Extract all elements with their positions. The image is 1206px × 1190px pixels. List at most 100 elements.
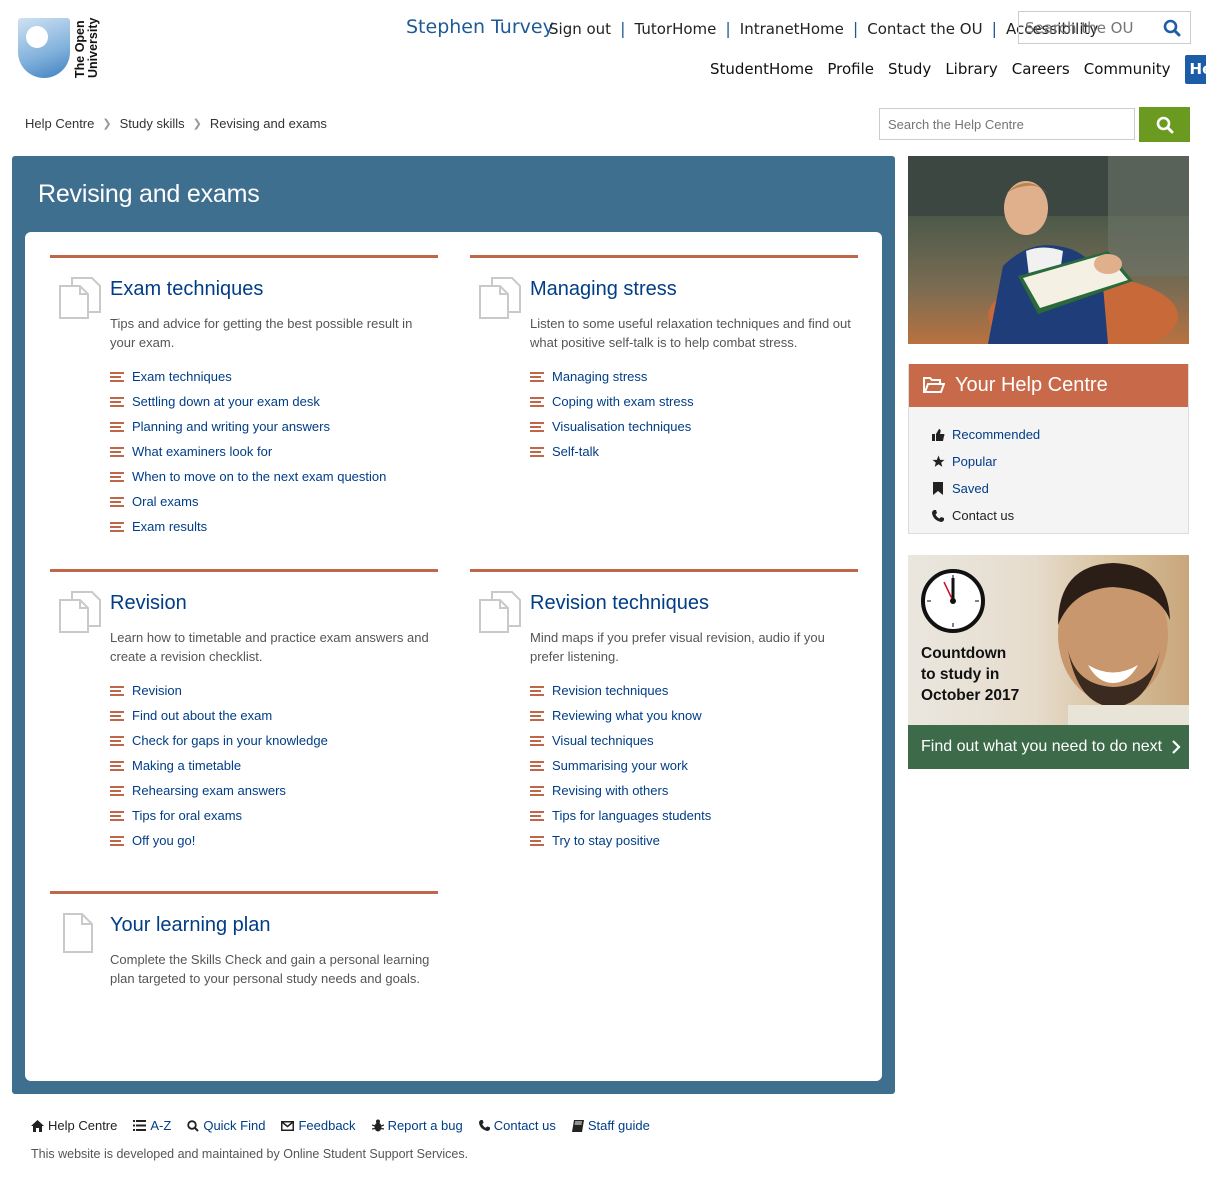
breadcrumb-help-centre[interactable]: Help Centre <box>25 116 94 131</box>
list-lines-icon <box>530 371 544 383</box>
footer-quick-find[interactable]: Quick Find <box>187 1118 265 1133</box>
topic-link[interactable]: Reviewing what you know <box>552 708 702 723</box>
sign-out-link[interactable]: Sign out <box>549 20 611 38</box>
footer-link-label[interactable]: Quick Find <box>203 1118 265 1133</box>
topic-link[interactable]: Visual techniques <box>552 733 654 748</box>
list-icon <box>133 1120 147 1131</box>
footer-link-label[interactable]: A-Z <box>150 1118 171 1133</box>
list-item: Off you go! <box>110 828 328 853</box>
countdown-promo-banner[interactable]: Countdown to study in October 2017 Find … <box>908 555 1189 769</box>
topic-link[interactable]: Check for gaps in your knowledge <box>132 733 328 748</box>
nav-careers[interactable]: Careers <box>1012 55 1070 84</box>
list-lines-icon <box>530 835 544 847</box>
list-item: Rehearsing exam answers <box>110 778 328 803</box>
saved-link[interactable]: Saved <box>952 481 989 496</box>
list-item: Revision <box>110 678 328 703</box>
topic-link[interactable]: Rehearsing exam answers <box>132 783 286 798</box>
topic-link[interactable]: Revision <box>132 683 182 698</box>
list-item: Popular <box>931 448 1188 475</box>
recommended-link[interactable]: Recommended <box>952 427 1040 442</box>
topic-link[interactable]: Summarising your work <box>552 758 688 773</box>
footer-a-z[interactable]: A-Z <box>133 1118 171 1133</box>
intranethome-link[interactable]: IntranetHome <box>740 20 844 38</box>
nav-profile[interactable]: Profile <box>827 55 874 84</box>
list-item: Making a timetable <box>110 753 328 778</box>
footer-link-label[interactable]: Report a bug <box>388 1118 463 1133</box>
footer-feedback[interactable]: Feedback <box>281 1118 356 1133</box>
topic-link[interactable]: Managing stress <box>552 369 647 384</box>
help-centre-search-input[interactable] <box>879 108 1135 140</box>
ou-search-box <box>1018 11 1191 44</box>
footer-link-label[interactable]: Feedback <box>298 1118 355 1133</box>
your-help-centre-box: Your Help Centre Recommended Popular Sav… <box>908 364 1189 534</box>
topic-link[interactable]: Tips for oral exams <box>132 808 242 823</box>
chevron-right-icon: ❯ <box>102 118 112 130</box>
list-item: Managing stress <box>530 364 694 389</box>
footer-link-label[interactable]: Staff guide <box>588 1118 650 1133</box>
topic-title[interactable]: Managing stress <box>530 278 677 301</box>
search-icon[interactable] <box>1157 13 1187 43</box>
breadcrumb-current: Revising and exams <box>209 116 327 131</box>
topic-link[interactable]: Self-talk <box>552 444 599 459</box>
popular-link[interactable]: Popular <box>952 454 997 469</box>
topic-link[interactable]: Exam results <box>132 519 207 534</box>
user-name[interactable]: Stephen Turvey <box>406 16 554 38</box>
your-help-centre-header: Your Help Centre <box>909 364 1188 407</box>
footer-staff-guide[interactable]: Staff guide <box>571 1118 650 1133</box>
topic-link[interactable]: What examiners look for <box>132 444 272 459</box>
ou-shield-icon <box>18 18 70 78</box>
topic-link[interactable]: Settling down at your exam desk <box>132 394 320 409</box>
topic-link[interactable]: Tips for languages students <box>552 808 711 823</box>
footer-links: Help Centre A-Z Quick Find Feedback Repo… <box>31 1118 666 1133</box>
topic-description: Mind maps if you prefer visual revision,… <box>530 630 825 664</box>
breadcrumb-study-skills[interactable]: Study skills <box>120 116 185 131</box>
topic-link[interactable]: Coping with exam stress <box>552 394 694 409</box>
topic-link[interactable]: When to move on to the next exam questio… <box>132 469 386 484</box>
home-icon <box>31 1119 44 1132</box>
topic-link[interactable]: Planning and writing your answers <box>132 419 330 434</box>
list-lines-icon <box>110 446 124 458</box>
topic-title[interactable]: Revision techniques <box>530 592 709 615</box>
tutorhome-link[interactable]: TutorHome <box>634 20 716 38</box>
search-icon <box>1156 116 1173 133</box>
student-reading-illustration <box>908 156 1189 344</box>
list-lines-icon <box>110 685 124 697</box>
topic-link[interactable]: Revision techniques <box>552 683 668 698</box>
topic-title[interactable]: Your learning plan <box>110 914 271 937</box>
nav-studenthome[interactable]: StudentHome <box>710 55 813 84</box>
contact-us-link[interactable]: Contact us <box>952 508 1014 523</box>
countdown-line-2: to study in <box>921 666 1000 683</box>
contact-the-ou-link[interactable]: Contact the OU <box>867 20 982 38</box>
nav-community[interactable]: Community <box>1084 55 1171 84</box>
footer-help-centre[interactable]: Help Centre <box>31 1118 117 1133</box>
list-item: Exam results <box>110 514 386 539</box>
topic-title[interactable]: Exam techniques <box>110 278 263 301</box>
nav-help-centre[interactable]: Help Centre <box>1184 55 1206 107</box>
your-help-centre-title: Your Help Centre <box>955 374 1108 396</box>
nav-library[interactable]: Library <box>945 55 997 84</box>
list-lines-icon <box>110 496 124 508</box>
nav-study[interactable]: Study <box>888 55 931 84</box>
topic-link[interactable]: Revising with others <box>552 783 668 798</box>
topic-link[interactable]: Visualisation techniques <box>552 419 691 434</box>
footer-contact-us[interactable]: Contact us <box>478 1118 556 1133</box>
ou-logo[interactable]: The Open University <box>18 18 108 80</box>
footer-link-label[interactable]: Contact us <box>494 1118 556 1133</box>
find-out-next-button[interactable]: Find out what you need to do next <box>908 725 1189 769</box>
phone-icon <box>931 509 945 522</box>
footer-report-bug[interactable]: Report a bug <box>371 1118 463 1133</box>
list-lines-icon <box>110 810 124 822</box>
phone-icon <box>478 1120 490 1131</box>
topic-link[interactable]: Find out about the exam <box>132 708 272 723</box>
topic-link[interactable]: Try to stay positive <box>552 833 660 848</box>
topic-link[interactable]: Off you go! <box>132 833 195 848</box>
topic-link[interactable]: Making a timetable <box>132 758 241 773</box>
list-item: Saved <box>931 475 1188 502</box>
topic-title[interactable]: Revision <box>110 592 187 615</box>
topic-link[interactable]: Oral exams <box>132 494 198 509</box>
ou-search-input[interactable] <box>1019 12 1157 43</box>
topic-link[interactable]: Exam techniques <box>132 369 232 384</box>
list-lines-icon <box>530 735 544 747</box>
list-lines-icon <box>530 785 544 797</box>
help-centre-search-button[interactable] <box>1139 107 1190 142</box>
